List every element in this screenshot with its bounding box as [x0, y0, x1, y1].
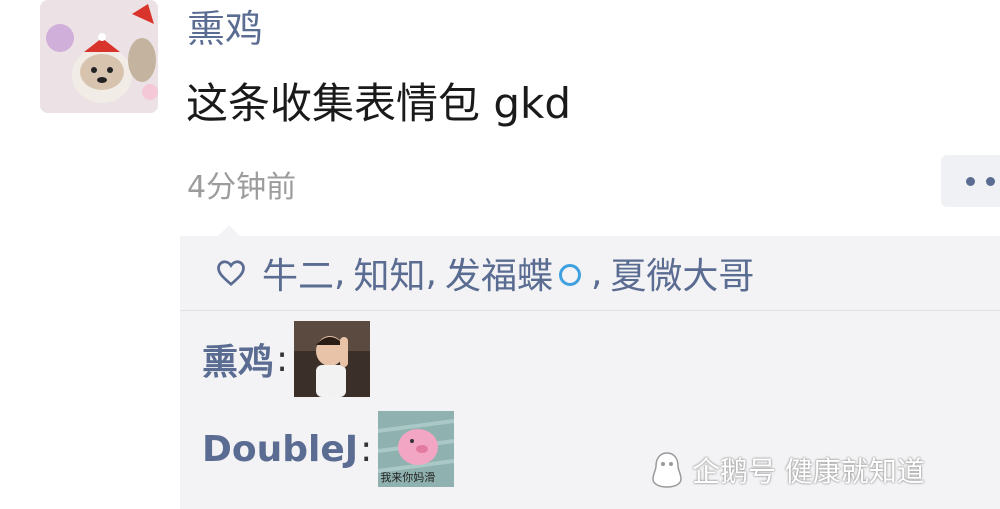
baby-sticker[interactable] — [294, 321, 371, 397]
like-separator: , — [425, 252, 437, 294]
dot-icon — [986, 177, 995, 186]
heart-outline-icon — [217, 260, 245, 287]
comment-colon: : — [276, 338, 289, 380]
comment-colon: : — [360, 428, 373, 470]
likes-row: 牛二 , 知知 , 发福蝶 , 夏微大哥 — [180, 236, 1000, 310]
penguin-icon — [652, 452, 682, 488]
watermark-text: 企鹅号 健康就知道 — [692, 455, 925, 488]
pink-pig-sticker[interactable]: 我来你妈滑 — [378, 411, 455, 487]
like-separator: , — [590, 252, 603, 294]
sticker-caption: 我来你妈滑 — [380, 471, 436, 484]
more-actions-button[interactable] — [941, 155, 1000, 207]
ring-icon — [558, 264, 581, 286]
post-content: 这条收集表情包 gkd — [186, 79, 571, 128]
panel-notch — [218, 225, 240, 236]
comment-item[interactable]: DoubleJ : 我来你妈滑 — [202, 411, 455, 487]
post-author[interactable]: 熏鸡 — [187, 0, 263, 53]
comment-author[interactable]: DoubleJ — [202, 429, 358, 470]
comment-item[interactable]: 熏鸡 : — [202, 321, 371, 397]
comment-author[interactable]: 熏鸡 — [202, 333, 274, 385]
like-name[interactable]: 牛二 — [262, 247, 334, 299]
post-timestamp: 4分钟前 — [187, 170, 297, 205]
avatar[interactable] — [40, 0, 158, 113]
like-name[interactable]: 发福蝶 — [445, 247, 553, 299]
like-name[interactable]: 知知 — [353, 247, 425, 299]
like-name[interactable]: 夏微大哥 — [610, 247, 754, 299]
like-separator: , — [334, 252, 346, 294]
watermark: 企鹅号 健康就知道 — [650, 450, 925, 490]
dot-icon — [966, 177, 975, 186]
divider — [180, 310, 1000, 311]
